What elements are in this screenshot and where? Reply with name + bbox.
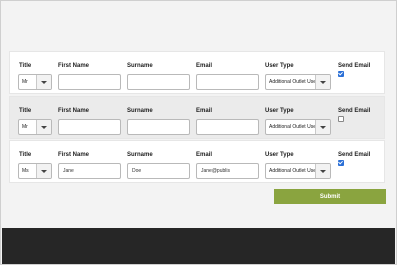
email-input[interactable] <box>196 163 259 179</box>
title-select[interactable]: Mr <box>18 74 52 90</box>
first-name-input[interactable] <box>58 74 121 90</box>
surname-label: Surname <box>127 108 153 114</box>
user-type-select-value: Additional Outlet User <box>269 168 318 174</box>
title-select-value: Ms <box>22 168 29 174</box>
user-type-label: User Type <box>265 152 294 158</box>
surname-input[interactable] <box>127 163 190 179</box>
chevron-down-icon <box>315 75 330 89</box>
title-select-value: Mr <box>22 79 28 85</box>
user-row-2: Title First Name Surname Email User Type… <box>9 96 385 139</box>
send-email-checkbox[interactable] <box>338 160 344 166</box>
chevron-down-icon <box>36 164 51 178</box>
page-footer <box>2 228 395 264</box>
title-label: Title <box>19 152 32 158</box>
submit-button[interactable]: Submit <box>274 189 386 204</box>
send-email-label: Send Email <box>338 152 371 158</box>
chevron-down-icon <box>36 75 51 89</box>
user-type-select[interactable]: Additional Outlet User <box>265 119 331 135</box>
user-type-select[interactable]: Additional Outlet User <box>265 74 331 90</box>
user-type-label: User Type <box>265 63 294 69</box>
chevron-down-icon <box>315 164 330 178</box>
send-email-label: Send Email <box>338 108 371 114</box>
user-type-select-value: Additional Outlet User <box>269 79 318 85</box>
email-input[interactable] <box>196 74 259 90</box>
title-label: Title <box>19 63 32 69</box>
user-type-label: User Type <box>265 108 294 114</box>
surname-label: Surname <box>127 152 153 158</box>
email-label: Email <box>196 63 213 69</box>
user-type-select-value: Additional Outlet User <box>269 124 318 130</box>
user-row-3: Title First Name Surname Email User Type… <box>9 140 385 183</box>
send-email-checkbox[interactable] <box>338 116 344 122</box>
user-row-1: Title First Name Surname Email User Type… <box>9 51 385 94</box>
surname-label: Surname <box>127 63 153 69</box>
surname-input[interactable] <box>127 119 190 135</box>
first-name-input[interactable] <box>58 163 121 179</box>
title-select-value: Mr <box>22 124 28 130</box>
title-select[interactable]: Mr <box>18 119 52 135</box>
first-name-label: First Name <box>58 108 90 114</box>
send-email-checkbox[interactable] <box>338 71 344 77</box>
user-type-select[interactable]: Additional Outlet User <box>265 163 331 179</box>
title-label: Title <box>19 108 32 114</box>
title-select[interactable]: Ms <box>18 163 52 179</box>
surname-input[interactable] <box>127 74 190 90</box>
email-label: Email <box>196 108 213 114</box>
first-name-label: First Name <box>58 152 90 158</box>
first-name-input[interactable] <box>58 119 121 135</box>
email-label: Email <box>196 152 213 158</box>
chevron-down-icon <box>315 120 330 134</box>
send-email-label: Send Email <box>338 63 371 69</box>
email-input[interactable] <box>196 119 259 135</box>
first-name-label: First Name <box>58 63 90 69</box>
chevron-down-icon <box>36 120 51 134</box>
